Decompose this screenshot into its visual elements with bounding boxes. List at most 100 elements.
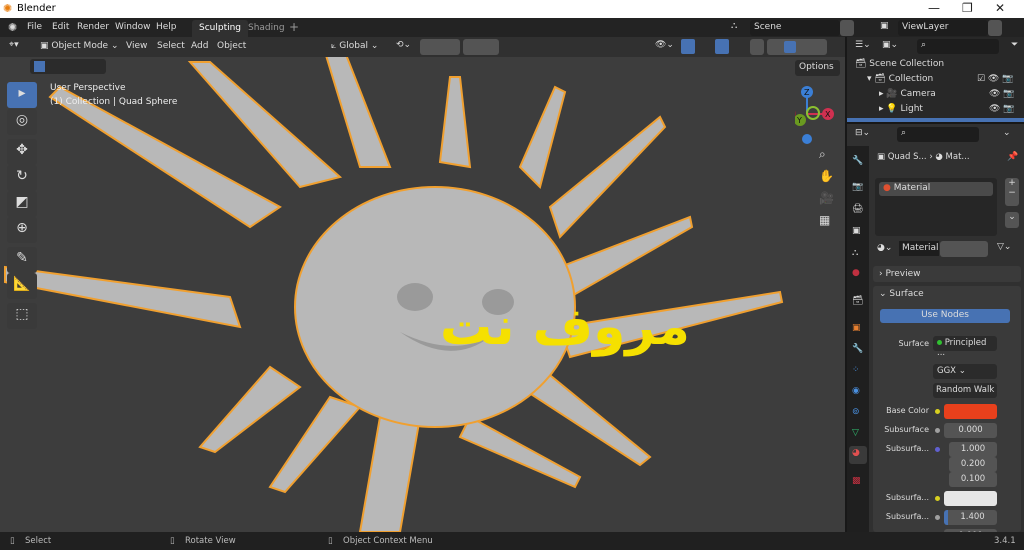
menu-help[interactable]: Help <box>156 22 177 32</box>
physics-tab-icon[interactable]: ◉ <box>852 386 860 396</box>
material-name-field[interactable]: Material <box>899 241 939 256</box>
3d-viewport[interactable]: User Perspective (1) Collection | Quad S… <box>0 57 845 532</box>
menu-edit[interactable]: Edit <box>52 22 69 32</box>
view-layer-field[interactable]: ViewLayer <box>898 20 988 36</box>
transform-orientation[interactable]: ⟀ Global ⌄ <box>331 41 378 51</box>
menu-view[interactable]: View <box>126 41 147 51</box>
xray-toggle[interactable] <box>750 39 764 55</box>
editor-type-icon[interactable]: ⊟⌄ <box>855 128 870 138</box>
subsurface-method-dropdown[interactable]: Random Walk <box>933 383 997 398</box>
select-mode-buttons[interactable] <box>30 59 106 74</box>
pivot-icon[interactable]: ⟲⌄ <box>396 40 411 50</box>
overlay-toggle[interactable] <box>715 39 729 54</box>
visibility-toggles[interactable]: ☑ 👁 📷 <box>977 74 1013 84</box>
field-value[interactable] <box>944 404 997 419</box>
camera-view-icon[interactable]: 🎥 <box>819 191 834 205</box>
shading-modes[interactable] <box>767 39 827 55</box>
outliner-item-quad-sphere-selected[interactable] <box>847 118 1024 122</box>
tab-shading[interactable]: Shading <box>241 20 292 37</box>
distribution-dropdown[interactable]: GGX ⌄ <box>933 364 997 379</box>
socket-icon[interactable] <box>935 428 940 433</box>
outliner-item-camera[interactable]: ▸ 🎥 Camera 👁 📷 <box>879 89 1022 99</box>
scene-tab-icon[interactable]: ⛬ <box>852 248 858 258</box>
field-value[interactable] <box>944 491 997 506</box>
outliner-item-light[interactable]: ▸ 💡 Light 👁 📷 <box>879 104 1022 114</box>
material-slot[interactable]: ● Material <box>879 182 993 196</box>
add-cube-tool[interactable]: ⬚ <box>7 303 37 329</box>
properties-search-input[interactable]: ⌕ <box>897 127 979 142</box>
render-tab-icon[interactable]: 📷 <box>852 182 863 192</box>
menu-select[interactable]: Select <box>157 41 185 51</box>
quad-sphere-mesh[interactable] <box>0 57 845 532</box>
options-chevron-icon[interactable]: ⌄ <box>1003 128 1011 138</box>
view-layer-filter-icon[interactable]: ▣⌄ <box>882 40 898 50</box>
select-box-tool[interactable]: ▸ <box>7 82 37 108</box>
field-value[interactable]: 1.400 <box>944 510 997 525</box>
close-button[interactable]: ✕ <box>995 1 1005 15</box>
blender-menu-icon[interactable]: ✺ <box>8 21 17 34</box>
new-scene-button[interactable] <box>840 20 854 36</box>
outliner-item-scene-collection[interactable]: 🗃 Scene Collection <box>855 59 944 69</box>
pin-icon[interactable]: 📌 <box>1007 152 1018 162</box>
field-value[interactable]: 1.000 <box>949 442 997 457</box>
scene-selector-icon[interactable]: ⛬ <box>731 21 737 31</box>
material-actions[interactable] <box>940 241 988 257</box>
outliner-search-input[interactable]: ⌕ <box>917 39 999 54</box>
move-tool[interactable]: ✥ <box>7 139 37 165</box>
filter-icon[interactable]: ⏷ <box>1011 40 1018 50</box>
mode-selector[interactable]: ▣ Object Mode ⌄ <box>40 41 118 51</box>
socket-icon[interactable] <box>935 515 940 520</box>
outliner-item-collection[interactable]: ▾ 🗃 Collection ☑ 👁 📷 <box>867 74 1022 84</box>
output-tab-icon[interactable]: 🖨 <box>852 204 863 214</box>
socket-icon[interactable] <box>935 447 940 452</box>
add-workspace-button[interactable]: + <box>289 20 299 34</box>
view-layer-icon[interactable]: ▣ <box>880 21 889 31</box>
object-tab-icon[interactable]: ▣ <box>852 323 861 333</box>
display-mode-icon[interactable]: ☰⌄ <box>855 40 871 50</box>
measure-tool[interactable]: 📐 <box>7 273 37 299</box>
gizmo-toggle[interactable] <box>681 39 695 54</box>
browse-material-icon[interactable]: ◕⌄ <box>877 243 892 253</box>
select-new-icon[interactable] <box>34 61 45 72</box>
menu-file[interactable]: File <box>27 22 42 32</box>
collection-tab-icon[interactable]: 🗃 <box>852 296 863 306</box>
menu-window[interactable]: Window <box>115 22 151 32</box>
surface-shader-field[interactable]: Principled ... <box>933 336 997 358</box>
socket-icon[interactable] <box>935 496 940 501</box>
zoom-icon[interactable]: ⌕ <box>819 147 826 162</box>
menu-render[interactable]: Render <box>77 22 109 32</box>
tool-tab-icon[interactable]: 🔧 <box>852 156 863 166</box>
node-link-icon[interactable]: ▽⌄ <box>997 242 1011 252</box>
preview-panel-header[interactable]: › Preview <box>873 266 1021 282</box>
field-value[interactable]: 0.100 <box>949 472 997 487</box>
surface-panel-header[interactable]: ⌄ Surface <box>879 289 924 299</box>
use-nodes-button[interactable]: Use Nodes <box>880 309 1010 323</box>
proportional-edit[interactable] <box>463 39 499 55</box>
material-tab-icon[interactable]: ◕ <box>849 446 867 464</box>
data-tab-icon[interactable]: ▽ <box>852 428 859 438</box>
tab-sculpting[interactable]: Sculpting <box>192 20 249 37</box>
texture-tab-icon[interactable]: ▩ <box>852 476 861 486</box>
visibility-icon[interactable]: 👁⌄ <box>655 40 674 50</box>
modifier-tab-icon[interactable]: 🔧 <box>852 344 863 354</box>
options-dropdown[interactable]: Options <box>795 60 840 76</box>
visibility-toggles[interactable]: 👁 📷 <box>989 104 1015 114</box>
socket-icon[interactable] <box>935 409 940 414</box>
visibility-toggles[interactable]: 👁 📷 <box>989 89 1015 99</box>
material-slot-list[interactable]: ● Material <box>875 178 997 236</box>
minimize-button[interactable]: — <box>928 1 940 15</box>
rotate-tool[interactable]: ↻ <box>7 165 37 191</box>
field-value[interactable]: 0.200 <box>949 457 997 472</box>
scale-tool[interactable]: ◩ <box>7 191 37 217</box>
editor-type-icon[interactable]: ⌖▾ <box>9 40 19 50</box>
menu-add[interactable]: Add <box>191 41 208 51</box>
maximize-button[interactable]: ❐ <box>962 1 973 15</box>
constraints-tab-icon[interactable]: ⊚ <box>852 407 860 417</box>
menu-object[interactable]: Object <box>217 41 246 51</box>
transform-tool[interactable]: ⊕ <box>7 217 37 243</box>
new-view-layer-button[interactable] <box>988 20 1002 36</box>
add-remove-slot-buttons[interactable]: + − <box>1005 178 1019 206</box>
navigation-gizmo[interactable]: Z Y X <box>795 82 840 152</box>
solid-shading-icon[interactable] <box>784 41 796 53</box>
field-value[interactable]: 0.000 <box>944 423 997 438</box>
